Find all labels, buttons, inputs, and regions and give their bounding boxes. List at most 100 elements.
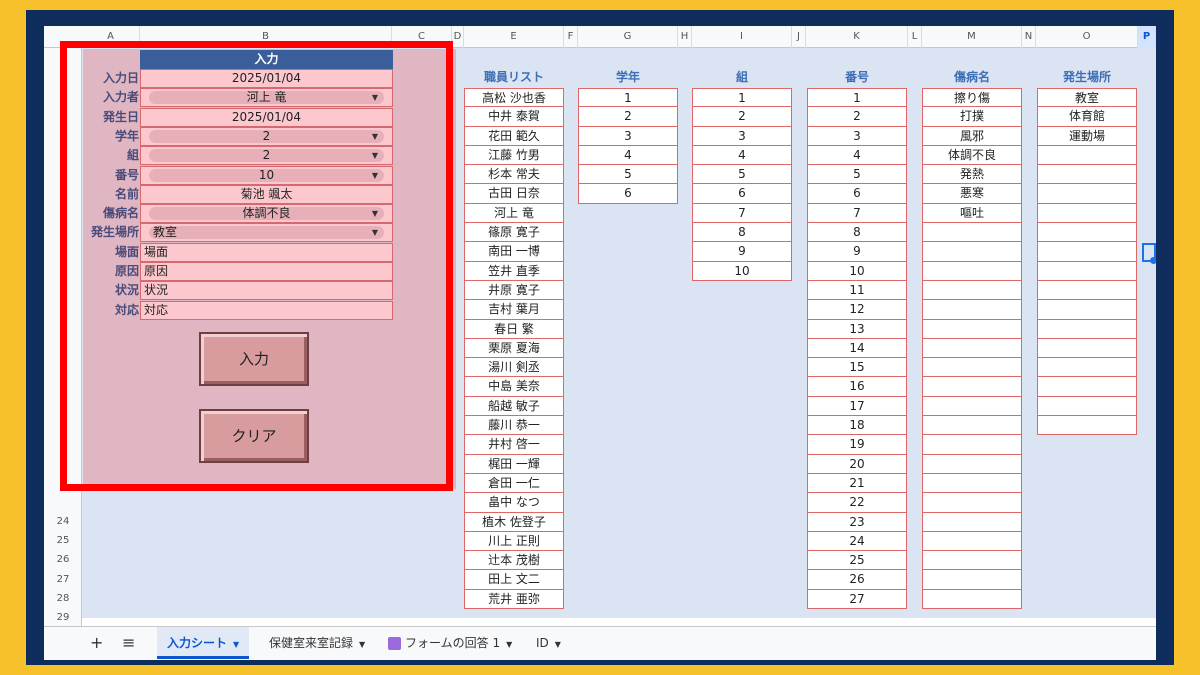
number-list-cell[interactable]: 23: [807, 512, 907, 532]
grade-list-cell[interactable]: 1: [578, 88, 678, 108]
column-header-n[interactable]: N: [1022, 26, 1036, 48]
injury-list-cell[interactable]: [922, 551, 1022, 571]
class-list-cell[interactable]: 9: [692, 242, 792, 262]
place-list-cell[interactable]: 運動場: [1037, 126, 1137, 146]
staff-list-cell[interactable]: 中井 泰賀: [464, 107, 564, 127]
place-list-cell[interactable]: [1037, 300, 1137, 320]
injury-list-cell[interactable]: [922, 396, 1022, 417]
number-list-cell[interactable]: 11: [807, 280, 907, 301]
injury-list-cell[interactable]: 発熱: [922, 165, 1022, 185]
plus-icon[interactable]: +: [90, 627, 103, 659]
staff-list-cell[interactable]: 篠原 寛子: [464, 223, 564, 243]
dropdown-chip[interactable]: 2 ▼: [149, 129, 384, 143]
number-list-cell[interactable]: 14: [807, 338, 907, 359]
injury-list-cell[interactable]: 打撲: [922, 107, 1022, 127]
submit-button[interactable]: 入力: [199, 332, 309, 386]
chevron-down-icon[interactable]: ▼: [372, 207, 378, 220]
number-list-cell[interactable]: 18: [807, 416, 907, 436]
number-list-cell[interactable]: 2: [807, 107, 907, 127]
chevron-down-icon[interactable]: ▼: [372, 226, 378, 239]
number-list-cell[interactable]: 3: [807, 126, 907, 146]
place-list-cell[interactable]: [1037, 203, 1137, 224]
place-list-cell[interactable]: [1037, 223, 1137, 243]
injury-list-cell[interactable]: [922, 512, 1022, 532]
place-list-cell[interactable]: [1037, 261, 1137, 281]
grade-list-cell[interactable]: 2: [578, 107, 678, 127]
place-list-cell[interactable]: [1037, 319, 1137, 339]
fill-handle[interactable]: [1150, 257, 1156, 264]
injury-list-cell[interactable]: [922, 319, 1022, 339]
injury-list-cell[interactable]: 擦り傷: [922, 88, 1022, 108]
column-header-e[interactable]: E: [464, 26, 564, 48]
staff-list-cell[interactable]: 井原 寛子: [464, 280, 564, 301]
row-header[interactable]: 26: [44, 554, 82, 565]
number-list-cell[interactable]: 4: [807, 145, 907, 166]
row-header[interactable]: 28: [44, 593, 82, 604]
staff-list-cell[interactable]: 古田 日奈: [464, 184, 564, 204]
number-list-cell[interactable]: 1: [807, 88, 907, 108]
chevron-down-icon[interactable]: ▼: [372, 91, 378, 104]
staff-list-cell[interactable]: 荒井 亜弥: [464, 589, 564, 610]
place-list-cell[interactable]: [1037, 396, 1137, 417]
form-input-cell[interactable]: 状況: [140, 281, 393, 301]
row-header[interactable]: 27: [44, 574, 82, 585]
injury-list-cell[interactable]: [922, 473, 1022, 494]
row-header[interactable]: 24: [44, 516, 82, 527]
column-header-a[interactable]: A: [82, 26, 140, 48]
form-dropdown[interactable]: 2 ▼: [140, 146, 393, 166]
column-header-i[interactable]: I: [692, 26, 792, 48]
column-header-o[interactable]: O: [1036, 26, 1138, 48]
staff-list-cell[interactable]: 花田 範久: [464, 126, 564, 146]
chevron-down-icon[interactable]: ▼: [372, 149, 378, 162]
form-input-cell[interactable]: 原因: [140, 262, 393, 281]
staff-list-cell[interactable]: 植木 佐登子: [464, 512, 564, 532]
place-list-cell[interactable]: [1037, 280, 1137, 301]
staff-list-cell[interactable]: 高松 沙也香: [464, 88, 564, 108]
column-header-p[interactable]: P: [1138, 26, 1156, 48]
number-list-cell[interactable]: 6: [807, 184, 907, 204]
dropdown-chip[interactable]: 2 ▼: [149, 149, 384, 163]
staff-list-cell[interactable]: 梶田 一輝: [464, 454, 564, 474]
injury-list-cell[interactable]: [922, 570, 1022, 590]
injury-list-cell[interactable]: [922, 242, 1022, 262]
dropdown-chip[interactable]: 10 ▼: [149, 168, 384, 182]
staff-list-cell[interactable]: 井村 啓一: [464, 435, 564, 455]
row-header[interactable]: 25: [44, 535, 82, 546]
injury-list-cell[interactable]: [922, 589, 1022, 610]
staff-list-cell[interactable]: 栗原 夏海: [464, 338, 564, 359]
tab-form-responses[interactable]: フォームの回答 1 ▼: [382, 627, 518, 659]
injury-list-cell[interactable]: 悪寒: [922, 184, 1022, 204]
class-list-cell[interactable]: 2: [692, 107, 792, 127]
form-dropdown[interactable]: 体調不良 ▼: [140, 204, 393, 224]
place-list-cell[interactable]: [1037, 145, 1137, 166]
number-list-cell[interactable]: 5: [807, 165, 907, 185]
place-list-cell[interactable]: [1037, 338, 1137, 359]
staff-list-cell[interactable]: 辻本 茂樹: [464, 551, 564, 571]
class-list-cell[interactable]: 1: [692, 88, 792, 108]
class-list-cell[interactable]: 8: [692, 223, 792, 243]
place-list-cell[interactable]: [1037, 416, 1137, 436]
place-list-cell[interactable]: [1037, 242, 1137, 262]
form-dropdown[interactable]: 2 ▼: [140, 126, 393, 146]
staff-list-cell[interactable]: 吉村 葉月: [464, 300, 564, 320]
hamburger-menu-icon[interactable]: ≡: [122, 627, 135, 659]
staff-list-cell[interactable]: 川上 正則: [464, 531, 564, 552]
column-header-g[interactable]: G: [578, 26, 678, 48]
place-list-cell[interactable]: 体育館: [1037, 107, 1137, 127]
injury-list-cell[interactable]: [922, 416, 1022, 436]
staff-list-cell[interactable]: 藤川 恭一: [464, 416, 564, 436]
form-input-cell[interactable]: 場面: [140, 242, 393, 262]
number-list-cell[interactable]: 8: [807, 223, 907, 243]
staff-list-cell[interactable]: 河上 竜: [464, 203, 564, 224]
grade-list-cell[interactable]: 5: [578, 165, 678, 185]
number-list-cell[interactable]: 10: [807, 261, 907, 281]
number-list-cell[interactable]: 21: [807, 473, 907, 494]
form-value-cell[interactable]: 菊池 颯太: [140, 184, 393, 204]
column-header-c[interactable]: C: [392, 26, 452, 48]
place-list-cell[interactable]: 教室: [1037, 88, 1137, 108]
tab-id[interactable]: ID ▼: [530, 627, 567, 659]
class-list-cell[interactable]: 3: [692, 126, 792, 146]
number-list-cell[interactable]: 17: [807, 396, 907, 417]
form-dropdown[interactable]: 10 ▼: [140, 165, 393, 185]
number-list-cell[interactable]: 19: [807, 435, 907, 455]
